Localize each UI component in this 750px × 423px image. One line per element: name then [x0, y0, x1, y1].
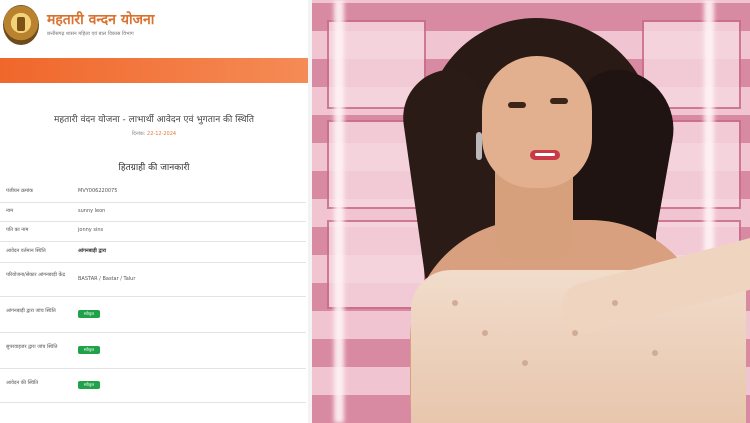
site-header: महतारी वन्दन योजना छत्तीसगढ़ शासन महिला … — [0, 0, 308, 55]
page-title: महतारी वंदन योजना - लाभार्थी आवेदन एवं भ… — [53, 115, 255, 125]
teeth — [535, 153, 555, 156]
row-label: आवेदन वर्तमान स्थिति — [6, 248, 46, 254]
row-label: परियोजना/सेक्टर आंगनबाड़ी केंद्र — [6, 272, 66, 278]
eye — [508, 102, 526, 108]
row-value: jonny sins — [78, 227, 104, 233]
row-value: sunny leon — [78, 208, 106, 214]
table-row: परियोजना/सेक्टर आंगनबाड़ी केंद्र BASTAR … — [0, 262, 306, 297]
table-row: आंगनबाड़ी द्वारा जांच स्थिति स्वीकृत — [0, 296, 306, 333]
dress-embellishment — [652, 350, 658, 356]
dress-embellishment — [572, 330, 578, 336]
dress-embellishment — [612, 300, 618, 306]
status-badge: स्वीकृत — [78, 381, 100, 389]
beneficiary-status-page: महतारी वन्दन योजना छत्तीसगढ़ शासन महिला … — [0, 0, 308, 423]
dress-embellishment — [482, 330, 488, 336]
portrait-photo — [312, 0, 750, 423]
table-row: आवेदन वर्तमान स्थिति आंगनबाड़ी द्वारा — [0, 241, 306, 263]
eye — [550, 98, 568, 104]
row-label: पंजीयन क्रमांक — [6, 188, 34, 194]
face — [482, 56, 592, 188]
table-row: सुपरवाइजर द्वारा जांच स्थिति स्वीकृत — [0, 332, 306, 369]
table-row: पति का नाम jonny sins — [0, 221, 306, 242]
state-emblem-icon — [3, 5, 39, 45]
date-value: 22-12-2024 — [147, 131, 177, 137]
row-label: पति का नाम — [6, 227, 29, 233]
row-label: नाम — [6, 208, 14, 214]
row-label: सुपरवाइजर द्वारा जांच स्थिति — [6, 344, 58, 350]
table-row: पंजीयन क्रमांक MVY006220075 — [0, 180, 306, 203]
row-value: MVY006220075 — [78, 188, 118, 194]
row-value: BASTAR / Bastar / Talur — [78, 276, 136, 282]
gold-saree — [411, 270, 746, 423]
site-title: महतारी वन्दन योजना — [47, 12, 155, 28]
page-date: दिनांक: 22-12-2024 — [0, 131, 308, 137]
table-row: नाम sunny leon — [0, 202, 306, 222]
site-subtitle: छत्तीसगढ़ शासन महिला एवं बाल विकास विभाग — [47, 31, 134, 37]
row-label: आंगनबाड़ी द्वारा जांच स्थिति — [6, 308, 56, 314]
status-badge: स्वीकृत — [78, 310, 100, 318]
dress-embellishment — [522, 360, 528, 366]
earring — [476, 132, 482, 160]
beneficiary-section-title: हितग्राही की जानकारी — [118, 163, 190, 173]
date-label: दिनांक: — [131, 131, 146, 137]
row-label: आवेदन की स्थिति — [6, 380, 39, 386]
light-strip — [334, 0, 344, 423]
table-row: आवेदन की स्थिति स्वीकृत — [0, 368, 306, 403]
status-badge: स्वीकृत — [78, 346, 100, 354]
dress-embellishment — [452, 300, 458, 306]
row-value: आंगनबाड़ी द्वारा — [78, 248, 107, 254]
orange-banner — [0, 58, 308, 83]
